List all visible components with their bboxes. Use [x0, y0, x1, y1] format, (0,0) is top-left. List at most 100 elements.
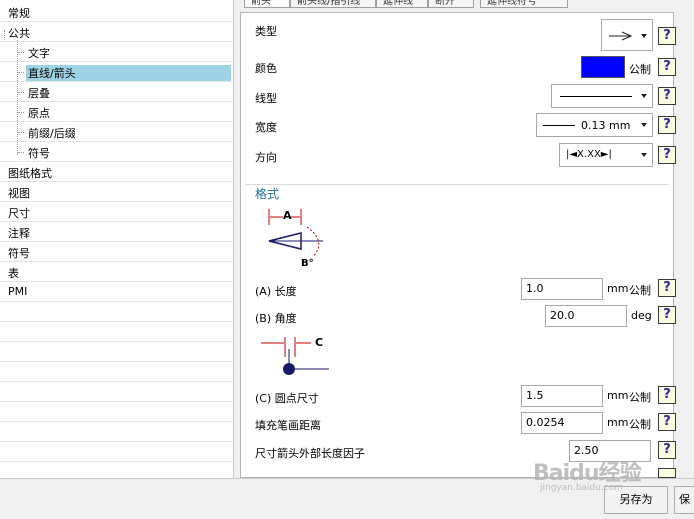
tree-item-label: 文字: [28, 47, 50, 60]
tree-connector: [18, 132, 24, 133]
tree-item-label: 视图: [8, 187, 30, 200]
help-icon[interactable]: [658, 468, 676, 478]
direction-value: |◄X.XX►|: [566, 149, 612, 160]
tree-empty-row: [0, 322, 234, 342]
diagram-label-b: B°: [301, 258, 314, 269]
width-value: 0.13 mm: [581, 119, 631, 132]
tree-item-common[interactable]: 公共: [0, 22, 234, 42]
tree-item-annotation[interactable]: 注释: [0, 222, 234, 242]
tree-connector: [18, 112, 24, 113]
dot-size-label: (C) 圆点尺寸: [255, 392, 319, 405]
arrow-type-icon: [609, 31, 633, 41]
length-input[interactable]: 1.0: [521, 278, 603, 300]
tree-item-sheet-format[interactable]: 图纸格式: [0, 162, 234, 182]
help-icon[interactable]: ?: [658, 441, 676, 459]
help-icon[interactable]: ?: [658, 58, 676, 76]
tree-empty-row: [0, 442, 234, 462]
tree-empty-row: [0, 302, 234, 322]
tree-item-label: 直线/箭头: [26, 65, 231, 81]
linetype-preview: [560, 96, 632, 97]
type-label: 类型: [255, 25, 277, 38]
color-swatch-fill: [582, 57, 624, 77]
diagram-label-a: A: [283, 209, 292, 222]
tree-connector: [18, 92, 24, 93]
tree-item-label: 常规: [8, 7, 30, 20]
help-icon[interactable]: ?: [658, 413, 676, 431]
width-label: 宽度: [255, 121, 277, 134]
angle-unit: deg: [631, 309, 652, 322]
help-icon[interactable]: ?: [658, 146, 676, 164]
color-unit: 公制: [629, 63, 651, 76]
help-icon[interactable]: ?: [658, 386, 676, 404]
tree-item-general[interactable]: 常规: [0, 2, 234, 22]
fill-distance-input[interactable]: 0.0254: [521, 412, 603, 434]
length-unit-system: 公制: [629, 284, 651, 297]
help-icon[interactable]: ?: [658, 27, 676, 45]
tree-item-label: 原点: [28, 107, 50, 120]
arrow-type-dropdown[interactable]: [601, 19, 653, 51]
tree-item-symbol[interactable]: 符号: [0, 242, 234, 262]
watermark-url: jingyan.baidu.com: [540, 483, 624, 493]
tab-extension-symbol[interactable]: 延伸线符号: [480, 0, 568, 8]
tree-item-dimension[interactable]: 尺寸: [0, 202, 234, 222]
tree-item-label: 公共: [8, 27, 30, 40]
arrow-dimension-diagram: [268, 209, 323, 258]
help-icon[interactable]: ?: [658, 87, 676, 105]
dot-size-unit: mm: [607, 389, 629, 402]
chevron-down-icon: [641, 34, 647, 38]
tree-connector: [18, 72, 24, 73]
width-preview: [543, 125, 575, 126]
help-icon[interactable]: ?: [658, 116, 676, 134]
tree-item-label: 尺寸: [8, 207, 30, 220]
tree-item-label: 层叠: [28, 87, 50, 100]
tab-extension-line[interactable]: 延伸线: [376, 0, 428, 8]
tree-item-view[interactable]: 视图: [0, 182, 234, 202]
dot-size-input[interactable]: 1.5: [521, 385, 603, 407]
tab-break[interactable]: 断开: [428, 0, 474, 8]
tree-item-prefix-suffix[interactable]: 前缀/后缀: [0, 122, 234, 142]
fill-distance-unit: mm: [607, 416, 629, 429]
tree-item-table[interactable]: 表: [0, 262, 234, 282]
tree-connector: [18, 52, 24, 53]
chevron-down-icon: [641, 123, 647, 127]
tree-connector: [18, 152, 24, 153]
angle-input[interactable]: 20.0: [545, 305, 627, 327]
color-swatch[interactable]: [581, 56, 625, 78]
direction-dropdown[interactable]: |◄X.XX►|: [559, 143, 653, 167]
tree-item-label: 符号: [8, 247, 30, 260]
format-section-title: 格式: [255, 187, 280, 201]
tree-empty-row: [0, 342, 234, 362]
fill-distance-label: 填充笔画距离: [255, 419, 321, 432]
help-icon[interactable]: ?: [658, 306, 676, 324]
direction-label: 方向: [255, 151, 277, 164]
outside-length-factor-label: 尺寸箭头外部长度因子: [255, 447, 365, 460]
tree-empty-row: [0, 422, 234, 442]
dot-size-unit-system: 公制: [629, 391, 651, 404]
tree-item-text[interactable]: 文字: [0, 42, 234, 62]
fill-distance-unit-system: 公制: [629, 418, 651, 431]
tree-item-label: 前缀/后缀: [28, 127, 76, 140]
tree-item-label: 图纸格式: [8, 167, 52, 180]
tree-item-origin[interactable]: 原点: [0, 102, 234, 122]
panel-scrollbar[interactable]: [676, 12, 694, 478]
tree-item-stack[interactable]: 层叠: [0, 82, 234, 102]
tree-empty-row: [0, 382, 234, 402]
linetype-dropdown[interactable]: [551, 84, 653, 108]
help-icon[interactable]: ?: [658, 279, 676, 297]
tree-item-label: 符号: [28, 147, 50, 160]
tab-arrow-leader-line[interactable]: 箭头线/指引线: [290, 0, 376, 8]
tree-empty-row: [0, 362, 234, 382]
color-label: 颜色: [255, 62, 277, 75]
tree-item-symbol-sub[interactable]: 符号: [0, 142, 234, 162]
diagram-label-c: C: [315, 336, 324, 349]
save-button[interactable]: 保: [674, 486, 694, 514]
arrow-settings-panel: 类型 ? 颜色 公制 ? 线型 ? 宽度 0.13 mm ? 方向 |◄X.XX…: [240, 12, 676, 478]
angle-label: (B) 角度: [255, 312, 297, 325]
length-unit: mm: [607, 282, 629, 295]
tab-arrow[interactable]: 箭头: [244, 0, 290, 8]
chevron-down-icon: [641, 94, 647, 98]
tree-empty-row: [0, 402, 234, 422]
tree-item-line-arrow[interactable]: 直线/箭头: [0, 62, 234, 82]
width-dropdown[interactable]: 0.13 mm: [536, 113, 653, 137]
tree-item-pmi[interactable]: PMI: [0, 282, 234, 302]
